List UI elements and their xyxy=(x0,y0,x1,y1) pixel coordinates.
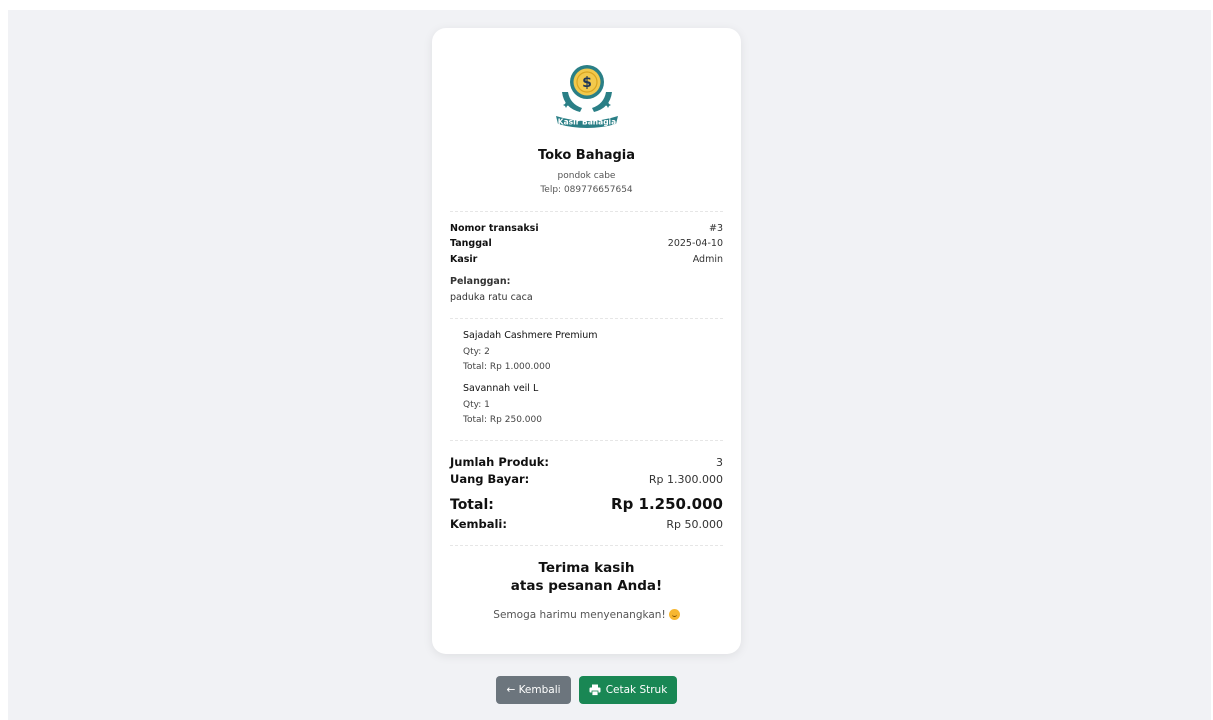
divider xyxy=(450,545,723,546)
total-label: Total: xyxy=(450,497,494,513)
wish-text: Semoga harimu menyenangkan! xyxy=(493,609,666,621)
kasir-bahagia-logo-icon: $ Kasir Bahagia xyxy=(555,65,618,128)
thanks-line-1: Terima kasih xyxy=(538,560,635,576)
svg-text:$: $ xyxy=(582,75,592,91)
divider xyxy=(450,440,723,441)
receipt-card: $ Kasir Bahagia Toko Bahagia pondok cabe… xyxy=(432,28,741,654)
transaction-number-row: Nomor transaksi #3 xyxy=(450,223,723,234)
item-qty: Qty: 1 xyxy=(463,400,490,410)
product-count-row: Jumlah Produk: 3 xyxy=(450,455,723,469)
transaction-date-label: Tanggal xyxy=(450,238,492,249)
change-row: Kembali: Rp 50.000 xyxy=(450,517,723,531)
shop-phone: Telp: 089776657654 xyxy=(540,185,633,195)
print-button-label: Cetak Struk xyxy=(605,684,668,696)
total-row: Total: Rp 1.250.000 xyxy=(450,495,723,513)
item-name: Savannah veil L xyxy=(463,383,539,394)
transaction-number-value: #3 xyxy=(708,223,723,234)
paid-value: Rp 1.300.000 xyxy=(648,473,723,486)
total-value: Rp 1.250.000 xyxy=(611,495,723,513)
change-value: Rp 50.000 xyxy=(666,518,723,531)
smiling-face-icon xyxy=(668,609,680,620)
customer-label: Pelanggan: xyxy=(450,276,511,287)
product-count-label: Jumlah Produk: xyxy=(450,455,550,469)
item-name: Sajadah Cashmere Premium xyxy=(463,330,598,341)
divider xyxy=(450,211,723,212)
item-total: Total: Rp 1.000.000 xyxy=(463,362,551,372)
back-button[interactable]: ← Kembali xyxy=(496,676,571,704)
transaction-number-label: Nomor transaksi xyxy=(450,223,539,234)
transaction-date-row: Tanggal 2025-04-10 xyxy=(450,238,723,249)
paid-label: Uang Bayar: xyxy=(450,472,530,486)
change-label: Kembali: xyxy=(450,517,507,531)
back-button-label: ← Kembali xyxy=(506,684,561,696)
logo-text: Kasir Bahagia xyxy=(557,118,615,127)
item-total: Total: Rp 250.000 xyxy=(463,415,542,425)
shop-logo: $ Kasir Bahagia xyxy=(432,58,741,156)
cashier-label: Kasir xyxy=(450,254,478,265)
print-receipt-button[interactable]: Cetak Struk xyxy=(579,676,677,704)
wish-message: Semoga harimu menyenangkan! xyxy=(432,609,741,621)
printer-icon xyxy=(589,684,601,696)
customer-value: paduka ratu caca xyxy=(450,292,533,303)
item-qty: Qty: 2 xyxy=(463,347,490,357)
divider xyxy=(450,318,723,319)
paid-row: Uang Bayar: Rp 1.300.000 xyxy=(450,472,723,486)
shop-name: Toko Bahagia xyxy=(537,148,636,163)
cashier-row: Kasir Admin xyxy=(450,254,723,265)
cashier-value: Admin xyxy=(692,254,723,265)
transaction-date-value: 2025-04-10 xyxy=(667,238,723,249)
thanks-line-2: atas pesanan Anda! xyxy=(510,578,663,594)
product-count-value: 3 xyxy=(716,456,723,469)
shop-address: pondok cabe xyxy=(557,171,616,181)
